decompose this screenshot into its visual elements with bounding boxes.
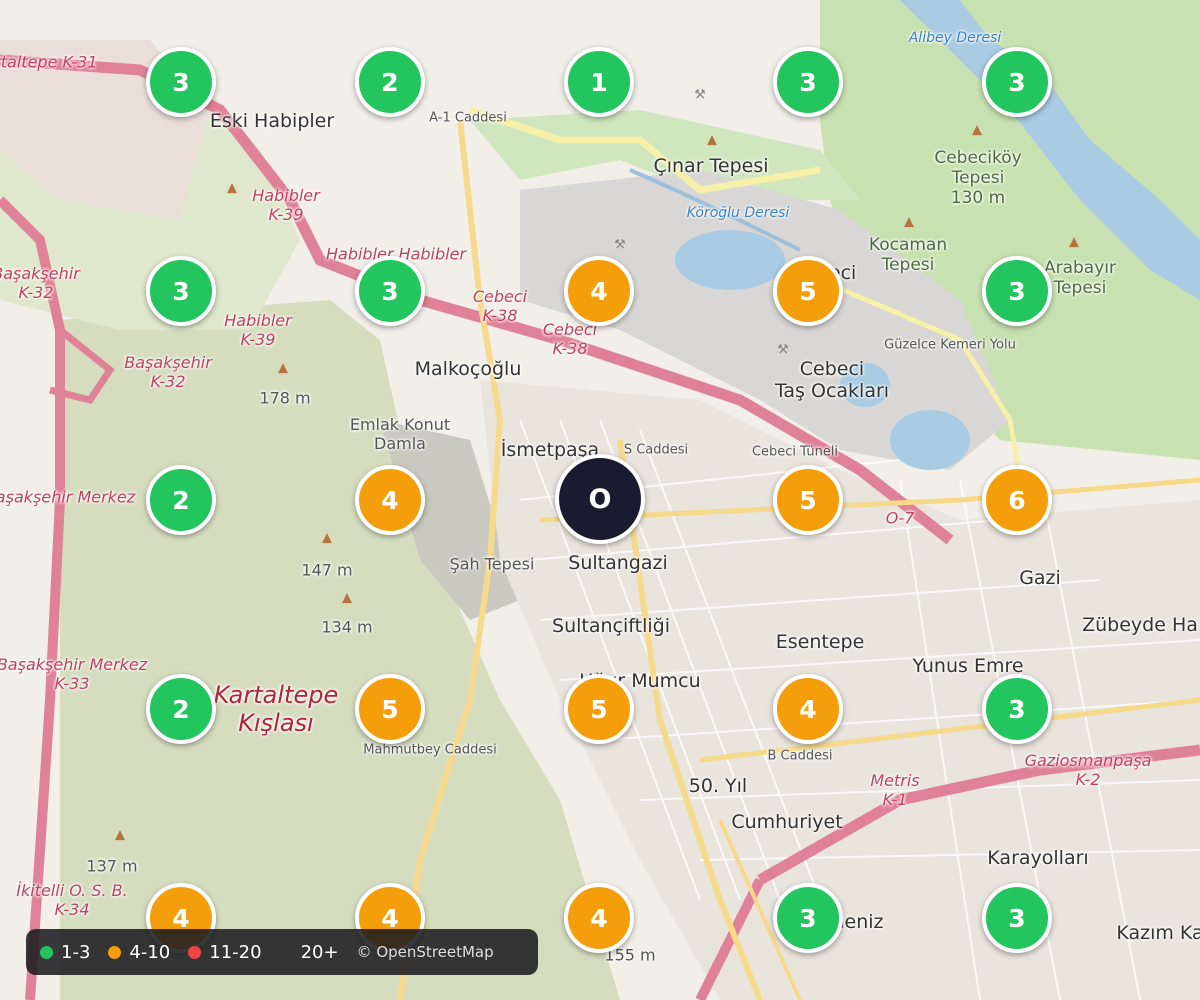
place-label: Çınar Tepesi	[653, 155, 769, 177]
place-label: A-1 Caddesi	[429, 110, 507, 126]
cluster-marker[interactable]: 1	[564, 47, 634, 117]
cluster-marker[interactable]: 6	[982, 465, 1052, 535]
place-label: Kazım Ka	[1116, 922, 1200, 944]
cluster-marker[interactable]: 5	[773, 465, 843, 535]
peak-icon: ▲	[322, 530, 332, 546]
legend-item-20-plus: 20+	[279, 941, 339, 963]
legend-dot-red	[188, 945, 202, 959]
peak-icon: ▲	[707, 132, 717, 148]
cluster-marker[interactable]: 4	[773, 674, 843, 744]
legend-dot-dark	[279, 945, 293, 959]
map-view[interactable]: ▲ ▲ ▲ ▲ ▲ ▲ ▲ ▲ ▲ ⚒ ⚒ ⚒ Eski Habipler Hab…	[0, 0, 1200, 1000]
place-label: 134 m	[321, 617, 373, 637]
place-label: Cebeci Tüneli	[751, 444, 839, 460]
place-label: Gazi	[1019, 567, 1061, 589]
place-label: O-7	[885, 508, 915, 528]
attribution-link[interactable]: © OpenStreetMap	[357, 943, 494, 961]
legend-item-11-20: 11-20	[188, 941, 262, 963]
place-label: Esentepe	[775, 631, 865, 653]
place-label: B Caddesi	[767, 748, 833, 764]
place-label: Başakşehir K-32	[0, 264, 80, 302]
place-label: Alibey Deresi	[908, 30, 1002, 46]
peak-icon: ▲	[1069, 234, 1079, 250]
place-label: Emlak Konut Damla	[349, 415, 451, 453]
place-label: Cebeciköy Tepesi 130 m	[934, 148, 1022, 208]
legend-dot-green	[40, 945, 53, 959]
cluster-marker[interactable]: 5	[355, 674, 425, 744]
place-label: Cebeci K-38	[472, 287, 528, 325]
peak-icon: ▲	[972, 122, 982, 138]
place-label: 178 m	[259, 388, 311, 408]
cluster-marker[interactable]: 2	[146, 465, 216, 535]
place-label: 147 m	[301, 560, 353, 580]
cluster-marker[interactable]: 3	[146, 256, 216, 326]
place-label: Cebeci Taş Ocakları	[774, 358, 890, 402]
place-label: Kartaltepe Kışlası	[213, 681, 339, 737]
place-label: Arabayır Tepesi	[1043, 258, 1117, 298]
place-label: Başakşehir Merkez K-33	[0, 655, 148, 693]
quarry-icon: ⚒	[694, 87, 706, 103]
cluster-marker[interactable]: 2	[355, 47, 425, 117]
quarry-icon: ⚒	[614, 237, 626, 253]
place-label: Köroğlu Deresi	[686, 205, 790, 221]
cluster-marker[interactable]: 3	[982, 256, 1052, 326]
place-label: Cumhuriyet	[731, 811, 843, 833]
place-label: Karayolları	[987, 847, 1089, 869]
place-label: Zübeyde Ha	[1082, 614, 1198, 636]
legend-label: 4-10	[129, 941, 171, 963]
place-label: 50. Yıl	[688, 775, 748, 797]
place-label: Sultangazi	[568, 552, 668, 574]
legend-label: 11-20	[209, 941, 262, 963]
peak-icon: ▲	[115, 827, 125, 843]
place-label: Mahmutbey Caddesi	[363, 742, 497, 758]
place-label: Kartaltepe K-31	[0, 52, 98, 72]
place-label: Kocaman Tepesi	[868, 235, 948, 275]
cluster-marker[interactable]: 4	[355, 465, 425, 535]
cluster-marker[interactable]: 4	[564, 256, 634, 326]
place-label: Güzelce Kemeri Yolu	[884, 337, 1016, 353]
peak-icon: ▲	[278, 360, 288, 376]
peak-icon: ▲	[227, 180, 237, 196]
place-label: S Caddesi	[623, 442, 689, 458]
legend-dot-orange	[108, 945, 122, 959]
cluster-marker[interactable]: 4	[564, 883, 634, 953]
legend-label: 1-3	[61, 941, 91, 963]
cluster-marker[interactable]: 3	[146, 47, 216, 117]
cluster-marker[interactable]: 3	[982, 47, 1052, 117]
cluster-marker[interactable]: 5	[564, 674, 634, 744]
peak-icon: ▲	[904, 214, 914, 230]
place-label: İkitelli O. S. B. K-34	[16, 881, 128, 919]
place-label: Habibler K-39	[224, 311, 292, 349]
place-label: Sultançiftliği	[552, 615, 670, 637]
place-label: Eski Habipler	[209, 110, 335, 132]
quarry-icon: ⚒	[777, 342, 789, 358]
legend-item-4-10: 4-10	[108, 942, 170, 963]
cluster-marker[interactable]: 3	[982, 674, 1052, 744]
place-label: Cebeci K-38	[542, 320, 598, 358]
cluster-marker[interactable]: 3	[773, 883, 843, 953]
place-label: Şah Tepesi	[449, 554, 535, 574]
place-label: Yunus Emre	[912, 655, 1024, 677]
origin-marker[interactable]: O	[555, 454, 645, 544]
place-label: Başakşehir K-32	[124, 353, 212, 391]
legend-item-1-3: 1-3	[40, 942, 90, 963]
peak-icon: ▲	[342, 590, 352, 606]
cluster-marker[interactable]: 2	[146, 674, 216, 744]
legend-label: 20+	[300, 941, 339, 963]
cluster-marker[interactable]: 3	[355, 256, 425, 326]
place-label: Başakşehir Merkez	[0, 487, 136, 507]
cluster-marker[interactable]: 3	[773, 47, 843, 117]
place-label: Habibler K-39	[252, 186, 320, 224]
place-label: Gaziosmanpaşa K-2	[1024, 751, 1152, 789]
place-label: Malkoçoğlu	[414, 358, 522, 380]
cluster-marker[interactable]: 3	[982, 883, 1052, 953]
cluster-marker[interactable]: 5	[773, 256, 843, 326]
place-label: Metris K-1	[870, 771, 920, 809]
place-label: 137 m	[86, 856, 138, 876]
legend: 1-3 4-10 11-20 20+ © OpenStreetMap	[26, 929, 538, 975]
